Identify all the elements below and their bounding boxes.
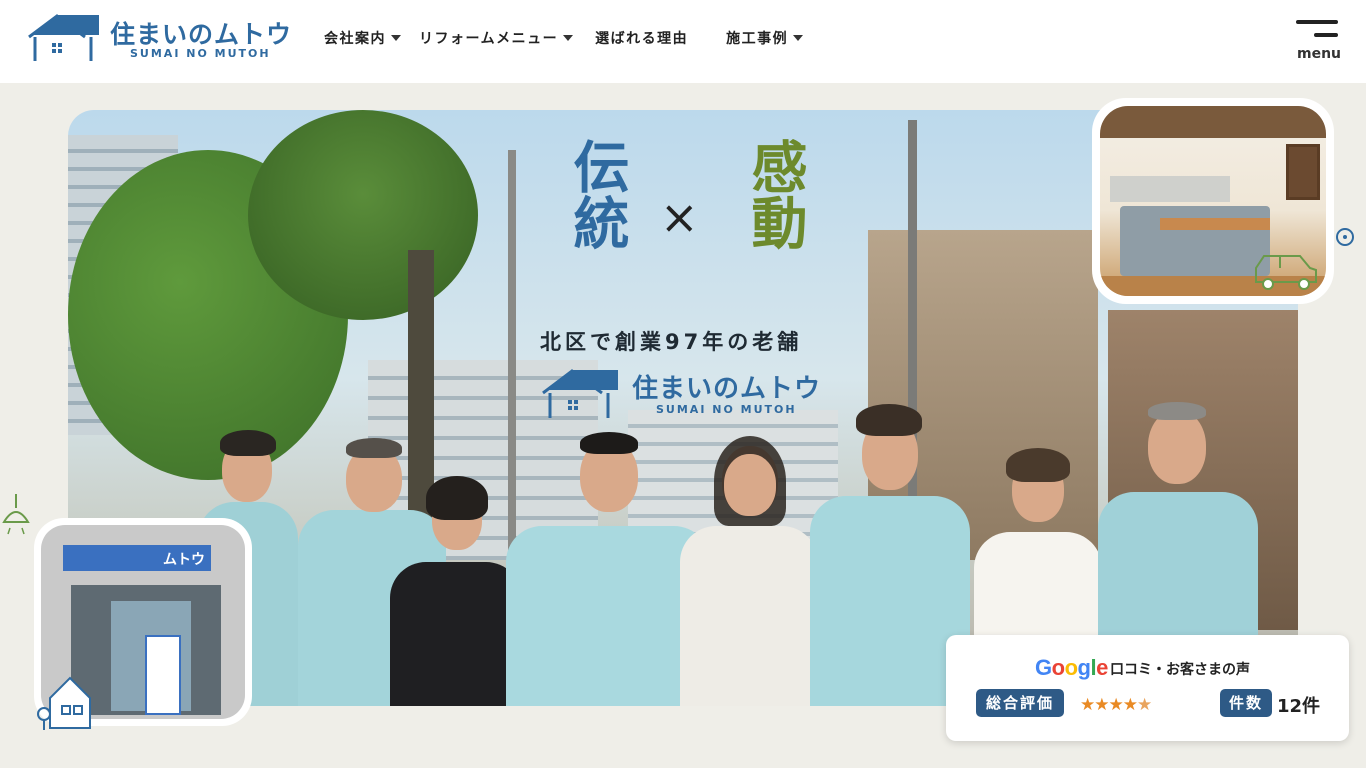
half-star-icon: ★ [1136, 695, 1152, 715]
nav-item-works[interactable]: 施工事例 [726, 28, 804, 48]
nav-item-company[interactable]: 会社案内 [324, 28, 401, 48]
hamburger-icon-bar [1314, 33, 1338, 37]
nav-item-label: リフォームメニュー [419, 31, 559, 47]
logo-name-jp: 住まいのムトウ [110, 20, 293, 49]
logo-name-en: SUMAI NO MUTOH [130, 47, 271, 60]
lamp-doodle-icon [2, 494, 30, 535]
catchcopy-emotion: 感動 [742, 138, 808, 250]
global-nav: 会社案内 リフォームメニュー 選ばれる理由 施工事例 [324, 28, 839, 48]
house-logo-icon [542, 369, 618, 418]
nav-item-label: 選ばれる理由 [595, 31, 689, 47]
house-logo-icon [28, 14, 99, 61]
hamburger-icon [1296, 20, 1338, 24]
catchcopy-cross: × [660, 190, 699, 244]
nav-item-reasons[interactable]: 選ばれる理由 [595, 28, 688, 48]
google-logo: Google [1035, 655, 1108, 680]
caret-down-icon [391, 35, 401, 41]
review-count: 12件 [1277, 696, 1321, 717]
shop-sign: ムトウ [63, 545, 211, 571]
review-label: 口コミ・お客さまの声 [1110, 662, 1250, 678]
flower-doodle-icon [1336, 228, 1354, 246]
hamburger-menu-button[interactable]: menu [1294, 20, 1342, 64]
rating-stars: ★★★★★ [1080, 695, 1152, 715]
hero-logo: 住まいのムトウ SUMAI NO MUTOH [540, 368, 840, 422]
tree [248, 110, 478, 320]
caret-down-icon [793, 35, 804, 41]
hero-logo-name-en: SUMAI NO MUTOH [656, 403, 797, 416]
hero-catchcopy: 伝統 × 感動 [555, 138, 825, 318]
rating-badge: 総合評価 [976, 689, 1064, 717]
nav-item-reform-menu[interactable]: リフォームメニュー [419, 28, 574, 48]
nav-item-label: 会社案内 [324, 31, 386, 47]
nav-item-label: 施工事例 [726, 31, 789, 47]
hero-tagline: 北区で創業97年の老舗 [540, 330, 803, 354]
car-doodle-icon [1255, 255, 1317, 290]
site-logo[interactable]: 住まいのムトウ SUMAI NO MUTOH [27, 13, 291, 65]
caret-down-icon [563, 35, 574, 41]
staff-member [680, 436, 818, 706]
count-badge: 件数 [1220, 689, 1272, 717]
catchcopy-tradition: 伝統 [564, 138, 630, 250]
staff-member [390, 474, 522, 706]
house-doodle-icon [37, 676, 91, 730]
google-review-card[interactable]: Google 口コミ・お客さまの声 総合評価 ★★★★★ 件数 12件 [946, 635, 1349, 741]
site-header: 住まいのムトウ SUMAI NO MUTOH 会社案内 リフォームメニュー 選ば… [0, 0, 1366, 83]
star-icons: ★★★★ [1080, 695, 1138, 715]
menu-label: menu [1297, 46, 1342, 62]
hero-logo-name-jp: 住まいのムトウ [632, 374, 822, 404]
